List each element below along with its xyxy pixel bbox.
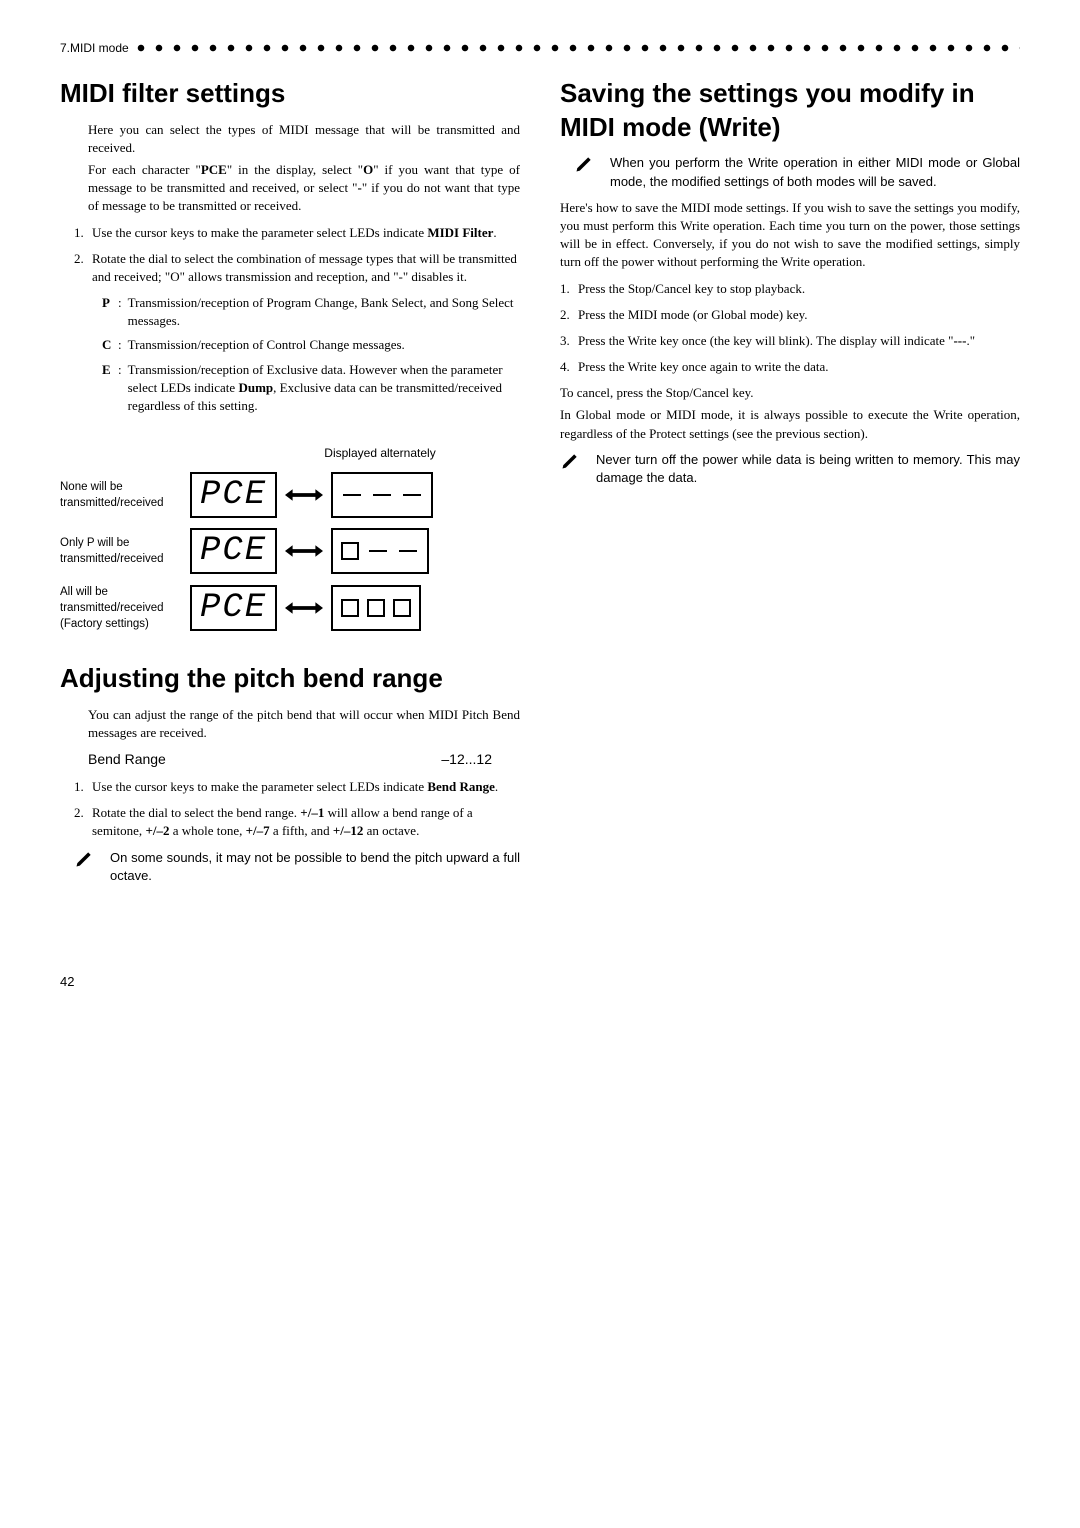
list-item: 3. Press the Write key once (the key wil…: [560, 332, 1020, 350]
list-item: 1. Press the Stop/Cancel key to stop pla…: [560, 280, 1020, 298]
list-item: 4. Press the Write key once again to wri…: [560, 358, 1020, 376]
diagram-caption: Displayed alternately: [240, 445, 520, 462]
parameter-row: Bend Range –12...12: [88, 750, 492, 770]
heading-saving: Saving the settings you modify in MIDI m…: [560, 77, 1020, 145]
seg-display: [331, 528, 429, 574]
pencil-icon: [560, 451, 584, 487]
definition-e: E: Transmission/reception of Exclusive d…: [102, 361, 520, 416]
filter-display-diagram: Displayed alternately None will be trans…: [60, 445, 520, 632]
double-arrow-icon: [285, 600, 323, 616]
note: On some sounds, it may not be possible t…: [74, 849, 520, 885]
list-item: 1. Use the cursor keys to make the param…: [74, 224, 520, 242]
seg-display: PCE: [190, 528, 277, 574]
header-dots: [137, 44, 1020, 52]
list-item: 2. Rotate the dial to select the combina…: [74, 250, 520, 286]
param-value: –12...12: [441, 750, 492, 770]
list-item: 2. Rotate the dial to select the bend ra…: [74, 804, 520, 840]
seg-display: PCE: [190, 585, 277, 631]
double-arrow-icon: [285, 487, 323, 503]
double-arrow-icon: [285, 543, 323, 559]
list-item: 2. Press the MIDI mode (or Global mode) …: [560, 306, 1020, 324]
paragraph: To cancel, press the Stop/Cancel key.: [560, 384, 1020, 402]
paragraph: Here's how to save the MIDI mode setting…: [560, 199, 1020, 272]
paragraph: For each character "PCE" in the display,…: [88, 161, 520, 216]
page-number: 42: [60, 973, 1020, 991]
param-name: Bend Range: [88, 750, 166, 770]
paragraph: In Global mode or MIDI mode, it is alway…: [560, 406, 1020, 442]
heading-midi-filter: MIDI filter settings: [60, 77, 520, 111]
note: When you perform the Write operation in …: [574, 154, 1020, 190]
paragraph: You can adjust the range of the pitch be…: [88, 706, 520, 742]
definition-p: P: Transmission/reception of Program Cha…: [102, 294, 520, 330]
diagram-row: None will be transmitted/received PCE: [60, 472, 520, 518]
definition-c: C: Transmission/reception of Control Cha…: [102, 336, 520, 354]
seg-display: [331, 472, 433, 518]
pencil-icon: [74, 849, 98, 885]
heading-pitch-bend: Adjusting the pitch bend range: [60, 662, 520, 696]
seg-display: [331, 585, 421, 631]
paragraph: Here you can select the types of MIDI me…: [88, 121, 520, 157]
note: Never turn off the power while data is b…: [560, 451, 1020, 487]
pencil-icon: [574, 154, 598, 190]
diagram-row: All will be transmitted/received (Factor…: [60, 584, 520, 632]
list-item: 1. Use the cursor keys to make the param…: [74, 778, 520, 796]
diagram-row: Only P will be transmitted/received PCE: [60, 528, 520, 574]
seg-display: PCE: [190, 472, 277, 518]
page-header: 7.MIDI mode: [60, 40, 1020, 57]
left-column: MIDI filter settings Here you can select…: [60, 77, 520, 893]
right-column: Saving the settings you modify in MIDI m…: [560, 77, 1020, 893]
section-label: 7.MIDI mode: [60, 40, 129, 57]
